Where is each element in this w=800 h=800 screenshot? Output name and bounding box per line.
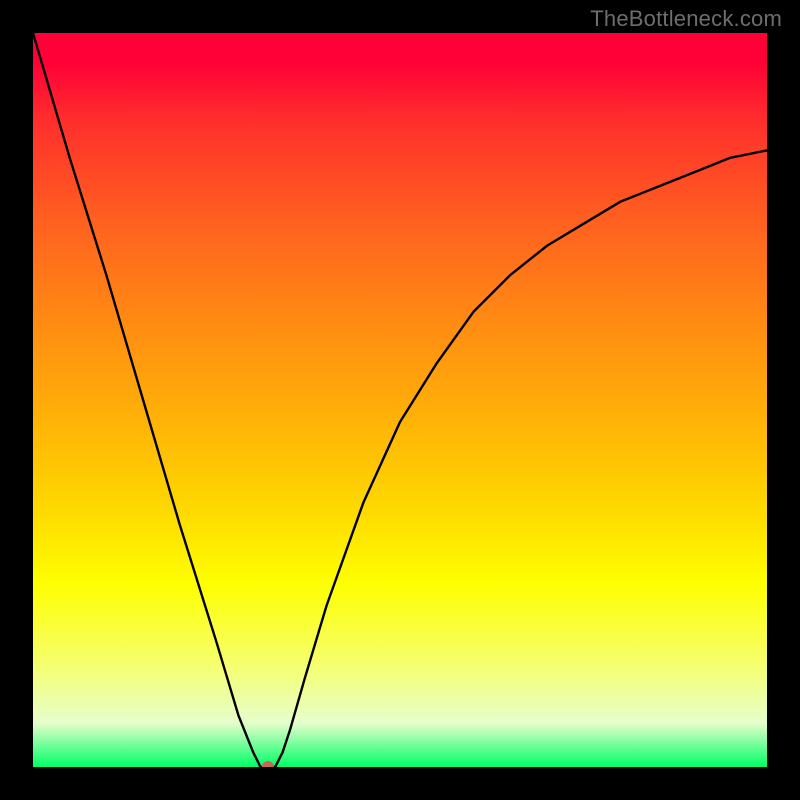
curve-svg (33, 33, 767, 767)
watermark-text: TheBottleneck.com (590, 6, 782, 32)
plot-area (33, 33, 767, 767)
bottleneck-curve (33, 33, 767, 767)
chart-frame: TheBottleneck.com (0, 0, 800, 800)
minimum-marker (262, 761, 274, 767)
